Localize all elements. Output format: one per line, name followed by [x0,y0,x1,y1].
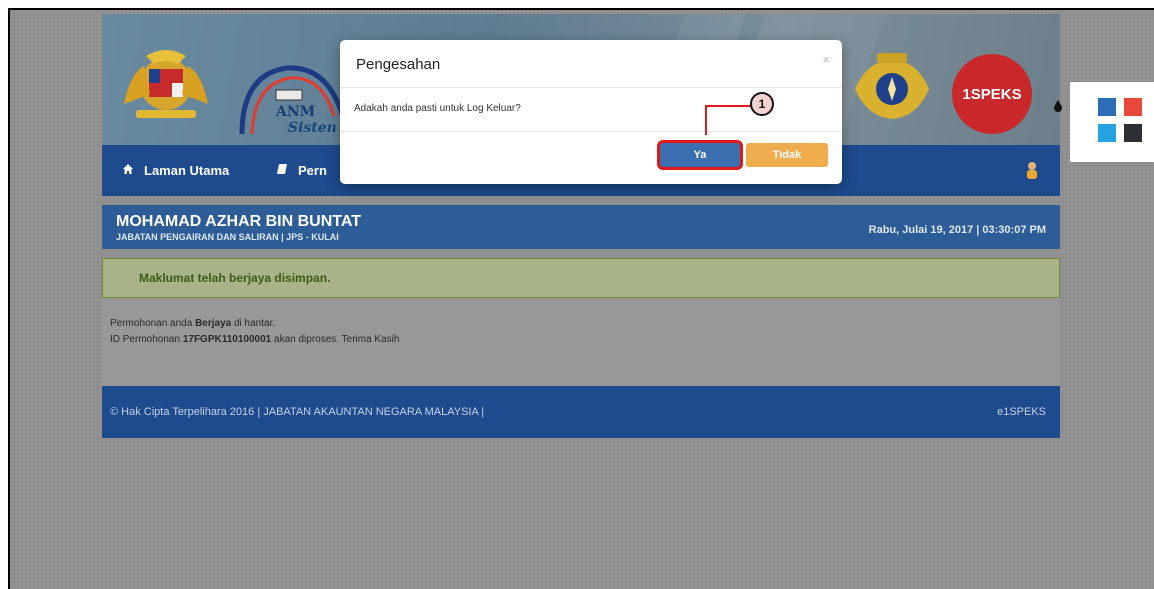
footer-brand: e1SPEKS [997,406,1046,418]
nav-permohonan[interactable]: Pern [276,145,327,196]
theme-color-dark[interactable] [1124,124,1142,142]
no-button[interactable]: Tidak [746,143,828,167]
screen-frame: ANM Sisten 1SPEKS Laman Utama Pern MOHAM… [8,8,1154,589]
confirm-logout-dialog: Pengesahan × Adakah anda pasti untuk Log… [340,40,842,184]
user-info-bar: MOHAMAD AZHAR BIN BUNTAT JABATAN PENGAIR… [102,205,1060,249]
dialog-message: Adakah anda pasti untuk Log Keluar? [354,103,521,114]
user-name: MOHAMAD AZHAR BIN BUNTAT [116,213,361,230]
yes-button[interactable]: Ya [660,143,740,167]
theme-color-lightblue[interactable] [1098,124,1116,142]
johor-crest-logo [855,53,929,119]
theme-color-red[interactable] [1124,98,1142,116]
malaysia-crest-logo [124,50,208,118]
divider [340,131,842,132]
nav-home[interactable]: Laman Utama [122,145,229,196]
footer-copyright: © Hak Cipta Terpelihara 2016 | JABATAN A… [110,406,485,418]
divider [340,87,842,88]
anm-text: ANM [276,104,316,120]
footer: © Hak Cipta Terpelihara 2016 | JABATAN A… [102,386,1060,438]
user-icon[interactable] [1026,161,1038,179]
drop-icon[interactable] [1053,100,1063,112]
nav-home-label: Laman Utama [144,163,230,178]
close-icon[interactable]: × [822,52,830,67]
success-alert: Maklumat telah berjaya disimpan. [102,258,1060,298]
message-line-1: Permohonan anda Berjaya di hantar. [110,318,276,329]
theme-switcher-panel [1070,82,1154,162]
theme-color-blue[interactable] [1098,98,1116,116]
user-department: JABATAN PENGAIRAN DAN SALIRAN | JPS - KU… [116,232,339,242]
book-icon [276,163,288,178]
nav-permohonan-label: Pern [298,163,327,178]
result-message: Permohonan anda Berjaya di hantar. ID Pe… [102,298,1060,386]
anm-subtitle: Sisten [288,120,337,136]
dialog-title: Pengesahan [356,56,441,73]
message-line-2: ID Permohonan 17FGPK110100001 akan dipro… [110,334,400,345]
home-icon [122,163,134,178]
1speks-logo: 1SPEKS [952,54,1032,134]
success-alert-text: Maklumat telah berjaya disimpan. [139,271,331,285]
current-datetime: Rabu, Julai 19, 2017 | 03:30:07 PM [868,224,1046,236]
